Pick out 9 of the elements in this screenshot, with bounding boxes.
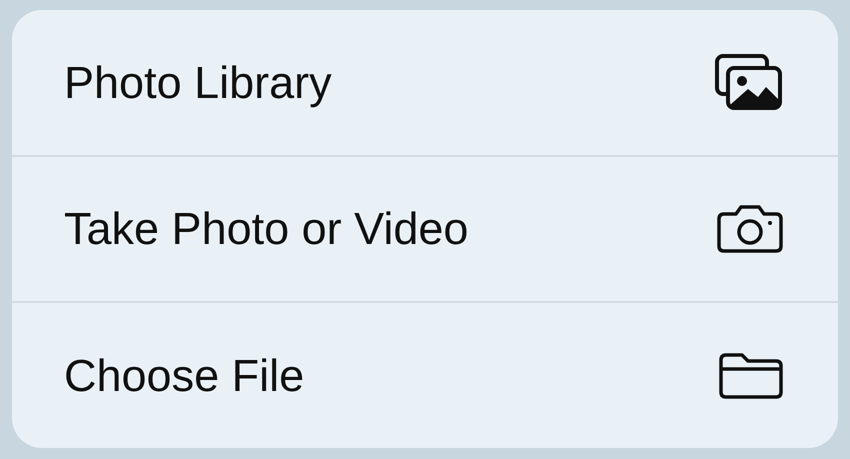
folder-icon [718,352,784,400]
menu-item-label: Take Photo or Video [64,202,468,256]
camera-icon [716,204,784,254]
menu-item-label: Photo Library [64,56,332,110]
menu-item[interactable]: Take Photo or Video [12,156,838,304]
photos-icon [714,53,784,112]
menu-item[interactable]: Photo Library [12,10,838,157]
menu-item-label: Choose File [64,348,304,403]
menu-item[interactable]: Choose File [12,303,838,448]
